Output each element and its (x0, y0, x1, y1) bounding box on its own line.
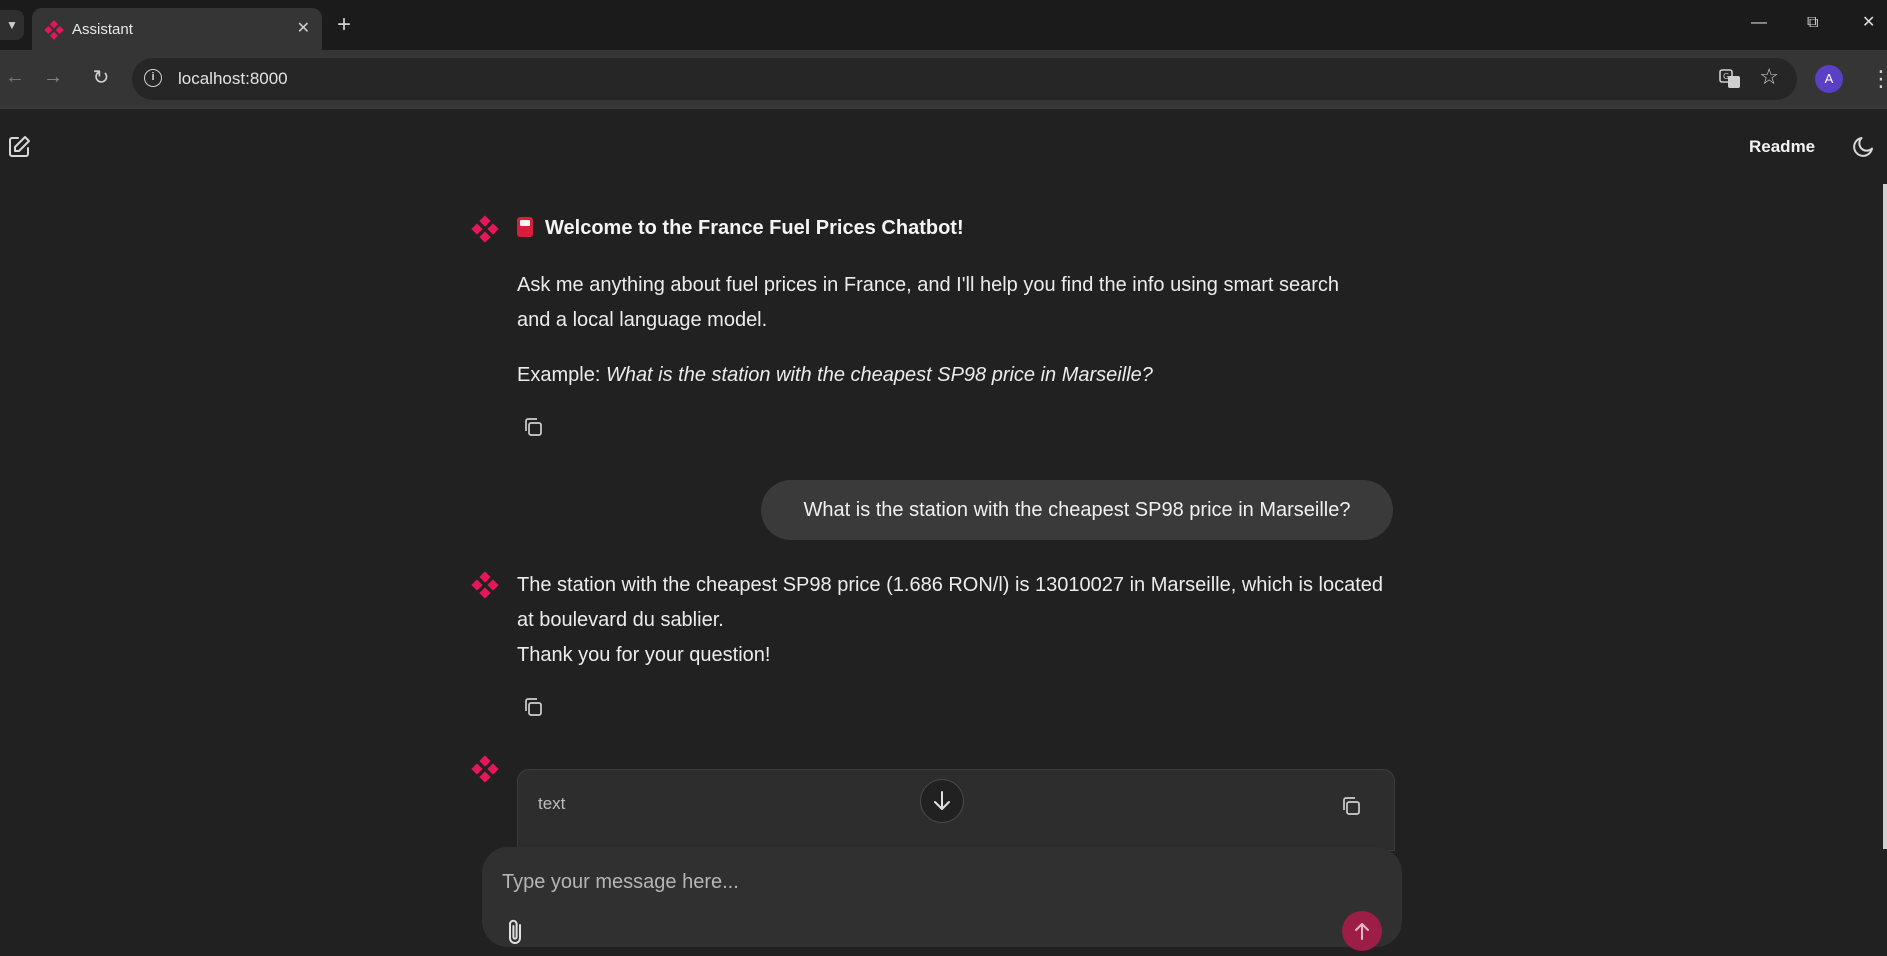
chat-app: Readme Welcome to the France Fuel Prices… (0, 109, 1887, 951)
readme-button[interactable]: Readme (1749, 137, 1815, 157)
welcome-body: Ask me anything about fuel prices in Fra… (517, 274, 1340, 331)
send-button[interactable] (1342, 911, 1382, 951)
restore-icon[interactable]: ⧉ (1807, 8, 1818, 38)
copy-code-icon[interactable] (1340, 795, 1362, 817)
app-logo-icon (44, 20, 64, 40)
example-question: What is the station with the cheapest SP… (605, 364, 1153, 386)
arrow-up-icon (1355, 923, 1369, 940)
message-composer[interactable]: Type your message here... (482, 847, 1402, 951)
site-info-icon[interactable]: i (144, 69, 162, 87)
user-message-bubble: What is the station with the cheapest SP… (761, 480, 1393, 540)
svg-text:G: G (1723, 72, 1729, 81)
address-bar[interactable]: i localhost:8000 G ☆ (132, 58, 1797, 100)
moon-icon[interactable] (1851, 133, 1877, 159)
assistant-logo-icon (471, 755, 499, 783)
assistant-answer: The station with the cheapest SP98 price… (517, 568, 1397, 673)
new-chat-icon[interactable] (6, 134, 32, 160)
welcome-title: Welcome to the France Fuel Prices Chatbo… (517, 217, 964, 240)
new-tab-icon[interactable]: + (337, 10, 351, 40)
back-icon[interactable]: ← (0, 62, 30, 92)
attach-paperclip-icon[interactable] (504, 917, 528, 947)
assistant-logo-icon (471, 215, 499, 243)
tab-title: Assistant (72, 21, 133, 38)
browser-toolbar: ← → ↻ i localhost:8000 G ☆ A ⋮ (0, 50, 1887, 109)
browser-menu-icon[interactable]: ⋮ (1870, 64, 1887, 94)
welcome-example: Example: What is the station with the ch… (517, 358, 1397, 393)
assistant-logo-icon (471, 571, 499, 599)
translate-icon[interactable]: G (1719, 68, 1741, 90)
copy-icon[interactable] (522, 696, 544, 718)
tab-search-button[interactable]: ▼ (0, 10, 24, 40)
close-tab-icon[interactable]: ✕ (297, 18, 310, 38)
url-text[interactable]: localhost:8000 (178, 69, 288, 89)
answer-text: The station with the cheapest SP98 price… (517, 574, 1384, 631)
answer-thanks: Thank you for your question! (517, 644, 771, 666)
arrow-down-icon (934, 791, 950, 810)
scroll-to-bottom-button[interactable] (920, 779, 964, 823)
forward-icon[interactable]: → (38, 62, 68, 92)
bookmark-star-icon[interactable]: ☆ (1759, 64, 1779, 90)
message-input[interactable]: Type your message here... (502, 871, 739, 894)
minimize-icon[interactable]: — (1751, 8, 1767, 38)
browser-tab-strip: ▼ Assistant ✕ + — ⧉ ✕ (0, 0, 1887, 50)
code-language-label: text (538, 794, 566, 813)
fuel-pump-icon (517, 217, 533, 237)
reload-icon[interactable]: ↻ (86, 62, 116, 92)
close-window-icon[interactable]: ✕ (1862, 8, 1875, 38)
browser-tab[interactable]: Assistant ✕ (32, 8, 322, 50)
scrollbar[interactable] (1883, 184, 1887, 849)
copy-icon[interactable] (522, 416, 544, 438)
profile-avatar[interactable]: A (1815, 65, 1843, 93)
example-prefix: Example: (517, 364, 606, 386)
